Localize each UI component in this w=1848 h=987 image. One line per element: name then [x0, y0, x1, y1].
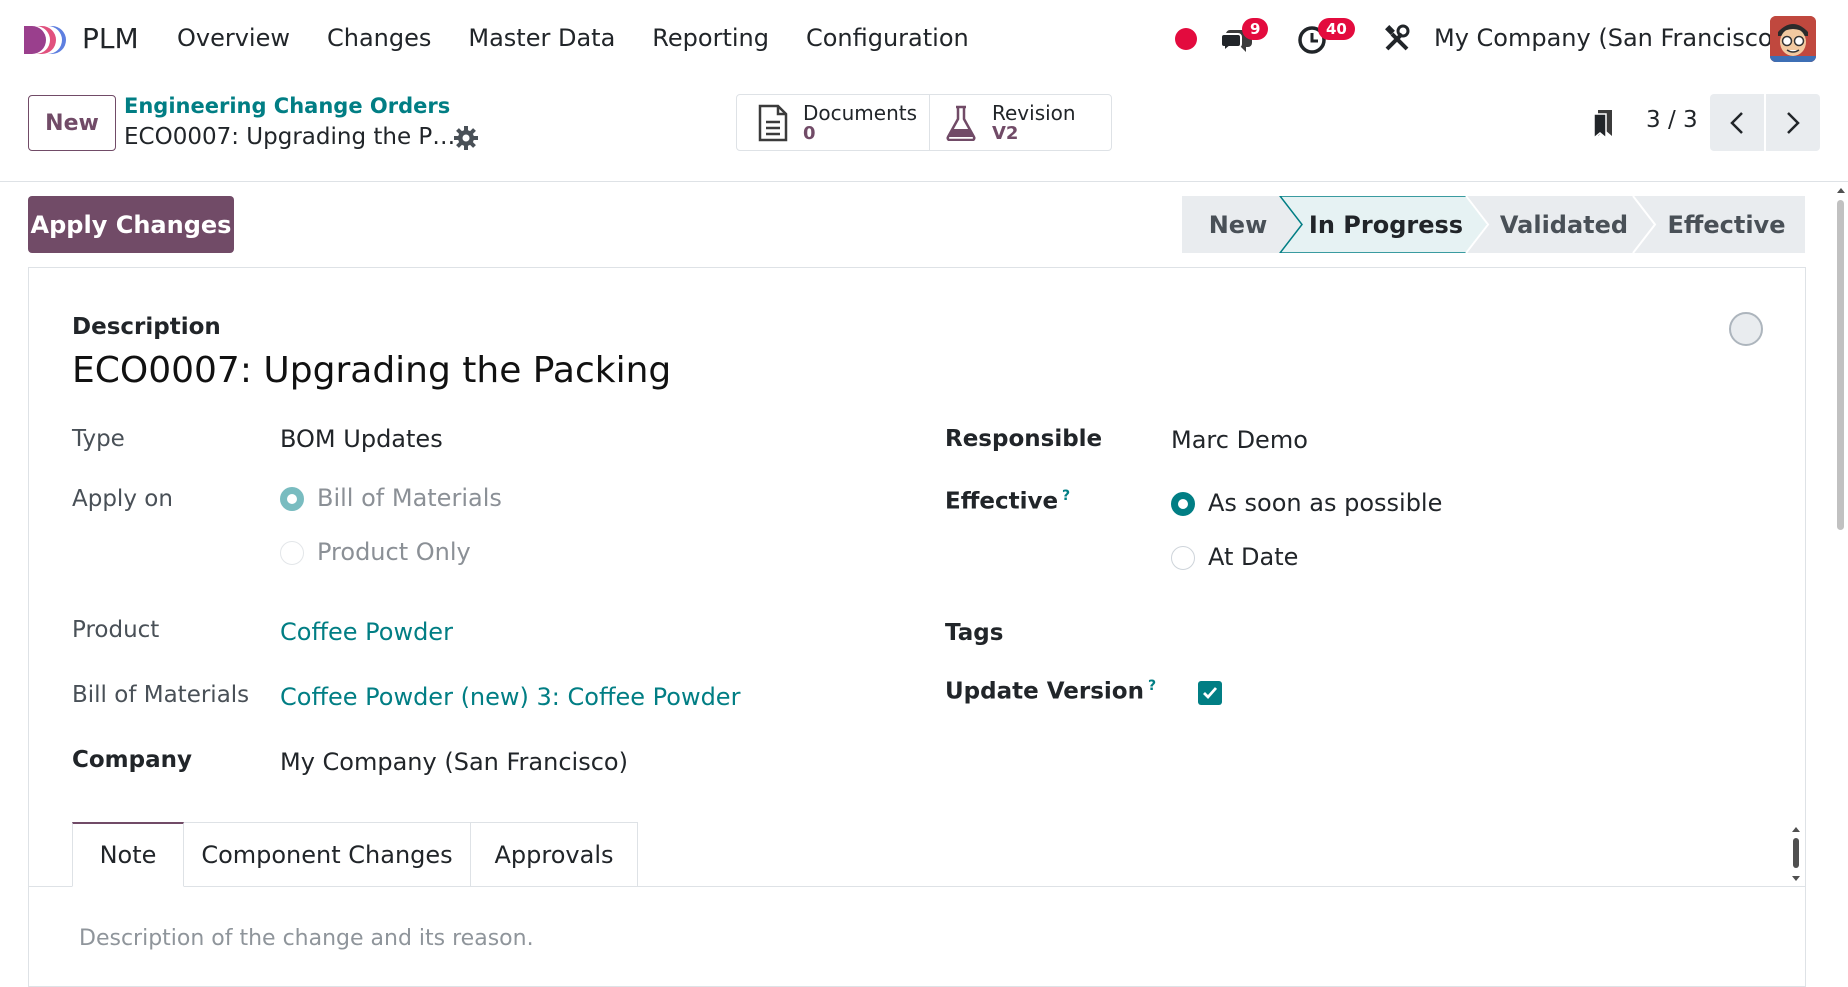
- chevron-left-icon: [1730, 111, 1743, 134]
- stage-statusbar: New In Progress Validated Effective: [1182, 196, 1805, 253]
- main-menu: Overview Changes Master Data Reporting C…: [177, 24, 969, 52]
- effective-label: Effective?: [945, 488, 1070, 515]
- bookmark-icon[interactable]: [1592, 108, 1616, 140]
- top-navbar: PLM Overview Changes Master Data Reporti…: [0, 0, 1848, 80]
- effective-at-date-radio[interactable]: [1171, 546, 1195, 570]
- notebook-tabs: Note Component Changes Approvals: [72, 822, 638, 887]
- effective-label-text: Effective: [945, 488, 1059, 515]
- menu-master-data[interactable]: Master Data: [468, 24, 615, 52]
- document-icon: [758, 104, 788, 141]
- stage-effective[interactable]: Effective: [1648, 196, 1805, 253]
- page-scrollbar[interactable]: [1834, 184, 1848, 965]
- apply-on-product-option[interactable]: Product Only: [317, 538, 471, 566]
- recording-dot-icon[interactable]: [1175, 28, 1197, 50]
- documents-label: Documents: [803, 100, 918, 125]
- apply-on-bom-radio[interactable]: [280, 487, 304, 511]
- menu-overview[interactable]: Overview: [177, 24, 290, 52]
- tab-note[interactable]: Note: [72, 822, 184, 887]
- apply-on-bom-option[interactable]: Bill of Materials: [317, 484, 502, 512]
- messages-badge: 9: [1242, 18, 1269, 40]
- note-editor-placeholder[interactable]: Description of the change and its reason…: [79, 926, 534, 951]
- menu-changes[interactable]: Changes: [327, 24, 431, 52]
- breadcrumb-parent-link[interactable]: Engineering Change Orders: [124, 94, 450, 118]
- app-name[interactable]: PLM: [82, 22, 139, 55]
- product-field[interactable]: Coffee Powder: [280, 618, 453, 646]
- activities-badge: 40: [1318, 18, 1355, 40]
- odoo-apps-icon[interactable]: [22, 24, 70, 56]
- responsible-label: Responsible: [945, 426, 1103, 452]
- menu-reporting[interactable]: Reporting: [652, 24, 769, 52]
- effective-asap-option[interactable]: As soon as possible: [1208, 489, 1442, 517]
- form-sheet: Description ECO0007: Upgrading the Packi…: [28, 267, 1806, 987]
- tab-component-changes[interactable]: Component Changes: [184, 822, 471, 887]
- apply-on-label: Apply on: [72, 486, 173, 512]
- new-record-button[interactable]: New: [28, 95, 116, 151]
- menu-configuration[interactable]: Configuration: [806, 24, 969, 52]
- update-version-help-icon[interactable]: ?: [1148, 678, 1156, 694]
- pager-previous-button[interactable]: [1710, 94, 1764, 151]
- revision-value: V2: [992, 122, 1019, 144]
- company-label: Company: [72, 747, 192, 773]
- pager-next-button[interactable]: [1766, 94, 1820, 151]
- flask-icon: [946, 105, 976, 141]
- company-field[interactable]: My Company (San Francisco): [280, 748, 628, 776]
- company-switcher[interactable]: My Company (San Francisco): [1434, 24, 1782, 52]
- type-label: Type: [72, 426, 125, 452]
- page-scrollbar-thumb[interactable]: [1837, 200, 1844, 530]
- stage-new[interactable]: New: [1182, 196, 1294, 253]
- apply-changes-button[interactable]: Apply Changes: [28, 196, 234, 253]
- scroll-up-icon[interactable]: [1836, 186, 1846, 194]
- effective-asap-radio[interactable]: [1171, 492, 1195, 516]
- priority-toggle[interactable]: [1729, 312, 1763, 346]
- responsible-field[interactable]: Marc Demo: [1171, 426, 1308, 454]
- gear-icon[interactable]: [453, 125, 479, 151]
- update-version-checkbox[interactable]: [1198, 681, 1222, 705]
- effective-at-date-option[interactable]: At Date: [1208, 543, 1298, 571]
- documents-count: 0: [803, 122, 816, 144]
- stage-in-progress[interactable]: In Progress: [1294, 196, 1478, 253]
- pager-value[interactable]: 3 / 3: [1646, 107, 1698, 133]
- description-label: Description: [72, 314, 221, 340]
- stage-validated[interactable]: Validated: [1482, 196, 1646, 253]
- update-version-label-text: Update Version: [945, 678, 1144, 705]
- breadcrumb-current: ECO0007: Upgrading the P…: [124, 124, 456, 150]
- bom-label: Bill of Materials: [72, 682, 250, 708]
- revision-label: Revision: [992, 100, 1076, 125]
- revision-smart-button[interactable]: Revision V2: [929, 94, 1112, 151]
- tools-icon[interactable]: [1382, 24, 1412, 54]
- update-version-label: Update Version?: [945, 678, 1156, 705]
- documents-smart-button[interactable]: Documents 0: [736, 94, 930, 151]
- product-label: Product: [72, 617, 160, 643]
- chevron-right-icon: [1787, 111, 1800, 134]
- effective-help-icon[interactable]: ?: [1062, 488, 1070, 504]
- user-avatar[interactable]: [1770, 16, 1816, 62]
- checkmark-icon: [1203, 687, 1218, 700]
- tab-approvals[interactable]: Approvals: [471, 822, 638, 887]
- apply-on-product-radio[interactable]: [280, 541, 304, 565]
- inner-scrollbar[interactable]: [1789, 826, 1803, 884]
- bom-field[interactable]: Coffee Powder (new) 3: Coffee Powder: [280, 683, 740, 711]
- control-panel: New Engineering Change Orders ECO0007: U…: [0, 80, 1848, 182]
- type-field[interactable]: BOM Updates: [280, 425, 443, 453]
- tags-label: Tags: [945, 620, 1004, 646]
- eco-title-field[interactable]: ECO0007: Upgrading the Packing: [72, 350, 671, 391]
